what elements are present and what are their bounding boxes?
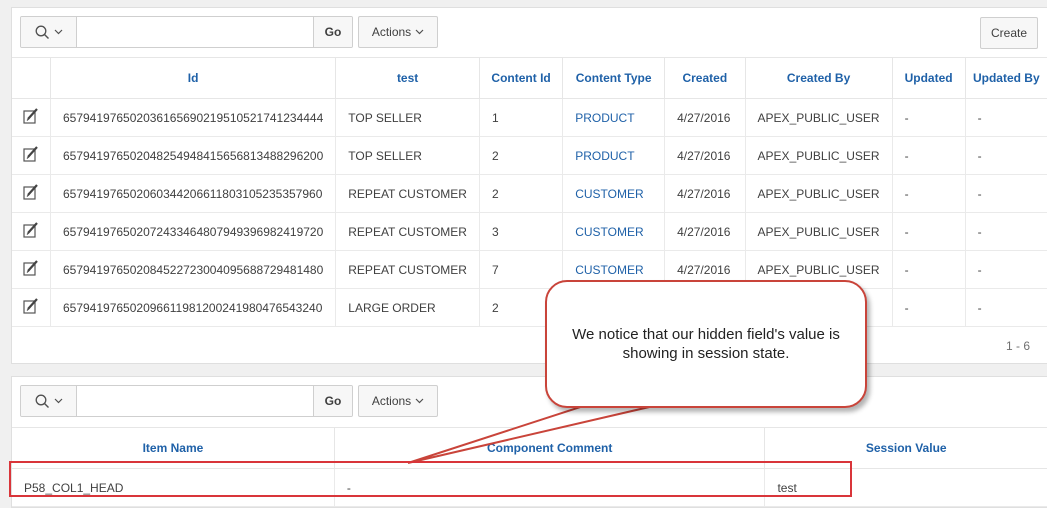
highlight-box — [9, 461, 852, 497]
callout-pointer — [407, 397, 689, 464]
annotation-callout: We notice that our hidden field's value … — [545, 280, 867, 408]
callout-text: We notice that our hidden field's value … — [572, 326, 840, 362]
